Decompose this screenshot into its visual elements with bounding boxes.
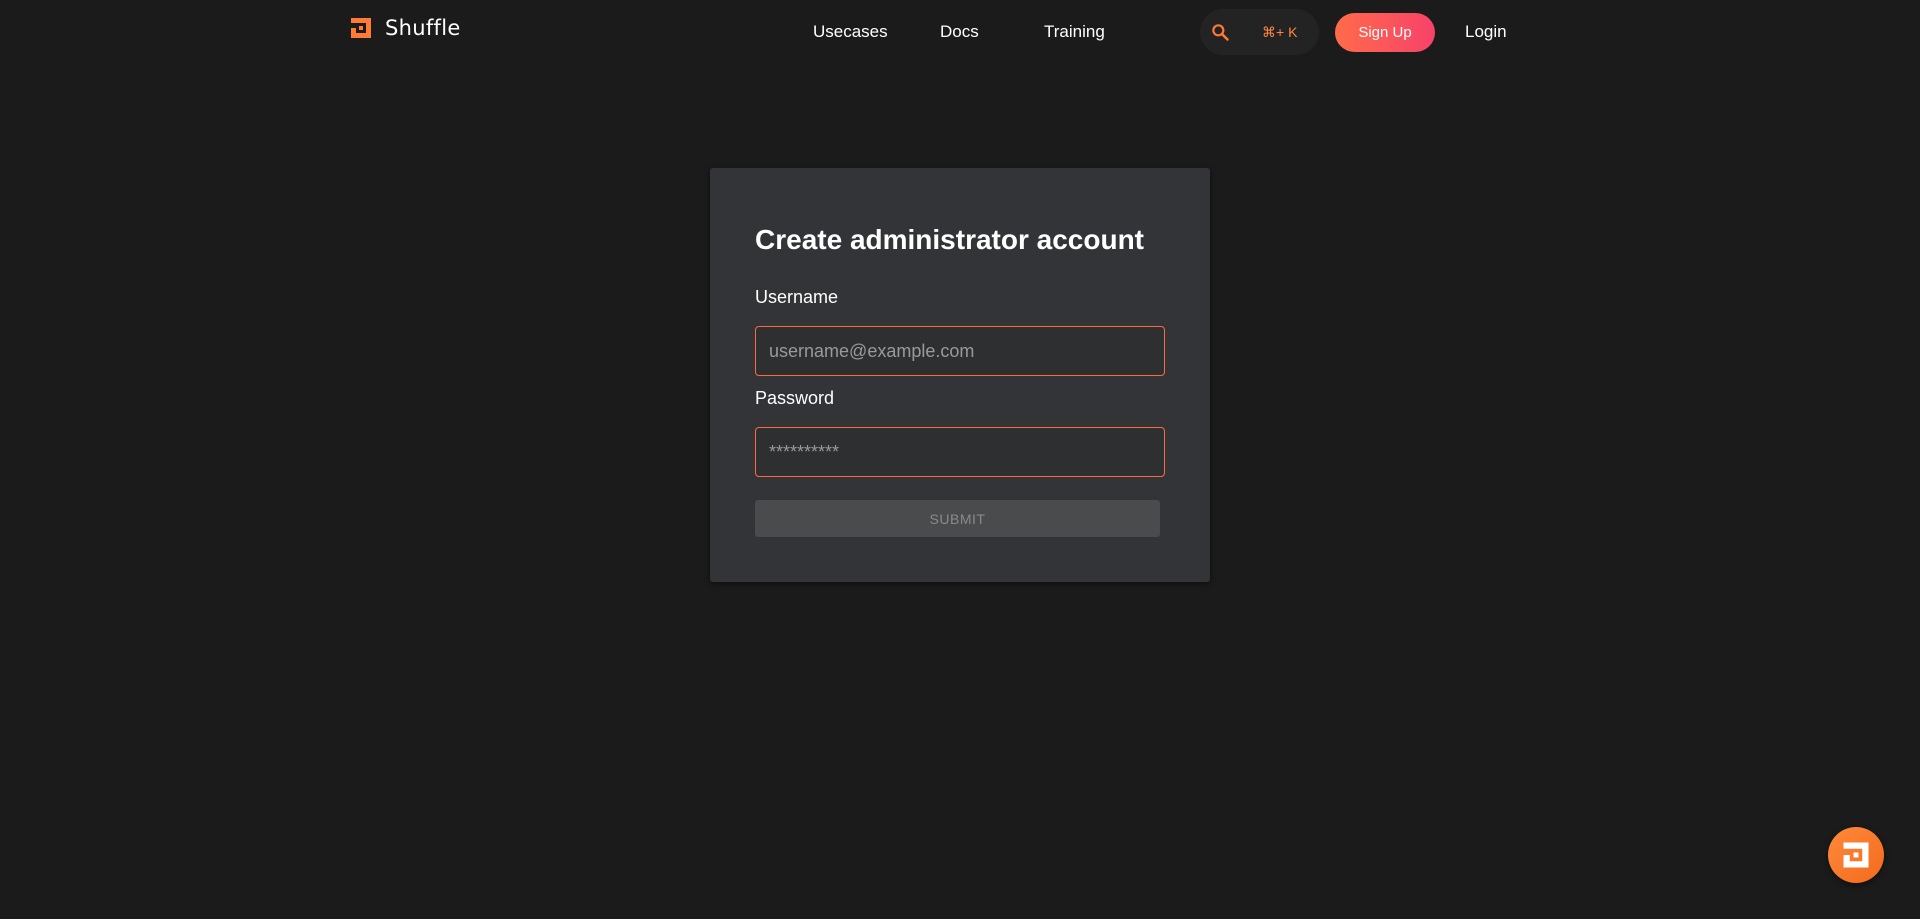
form-title: Create administrator account: [755, 224, 1144, 255]
password-input[interactable]: [755, 427, 1165, 477]
brand-name: Shuffle: [385, 16, 461, 40]
username-input[interactable]: [755, 326, 1165, 376]
search-button[interactable]: ⌘+ K: [1200, 9, 1319, 55]
shuffle-logo-icon: [351, 18, 371, 38]
login-link[interactable]: Login: [1465, 22, 1507, 42]
signup-button[interactable]: Sign Up: [1335, 13, 1435, 52]
nav-usecases[interactable]: Usecases: [813, 22, 888, 42]
brand-logo[interactable]: Shuffle: [349, 15, 461, 41]
username-label: Username: [755, 287, 839, 307]
create-admin-card: Create administrator account Username Pa…: [710, 168, 1210, 582]
password-label: Password: [755, 388, 835, 408]
chat-launcher-button[interactable]: [1828, 827, 1884, 883]
search-shortcut-hint: ⌘+ K: [1262, 24, 1298, 40]
shuffle-chat-icon: [1843, 842, 1869, 868]
nav-training[interactable]: Training: [1044, 22, 1105, 42]
submit-button[interactable]: SUBMIT: [755, 500, 1160, 537]
search-icon: [1212, 24, 1229, 41]
top-navbar: Shuffle Usecases Docs Training ⌘+ K Sign…: [0, 0, 1920, 66]
nav-docs[interactable]: Docs: [940, 22, 979, 42]
